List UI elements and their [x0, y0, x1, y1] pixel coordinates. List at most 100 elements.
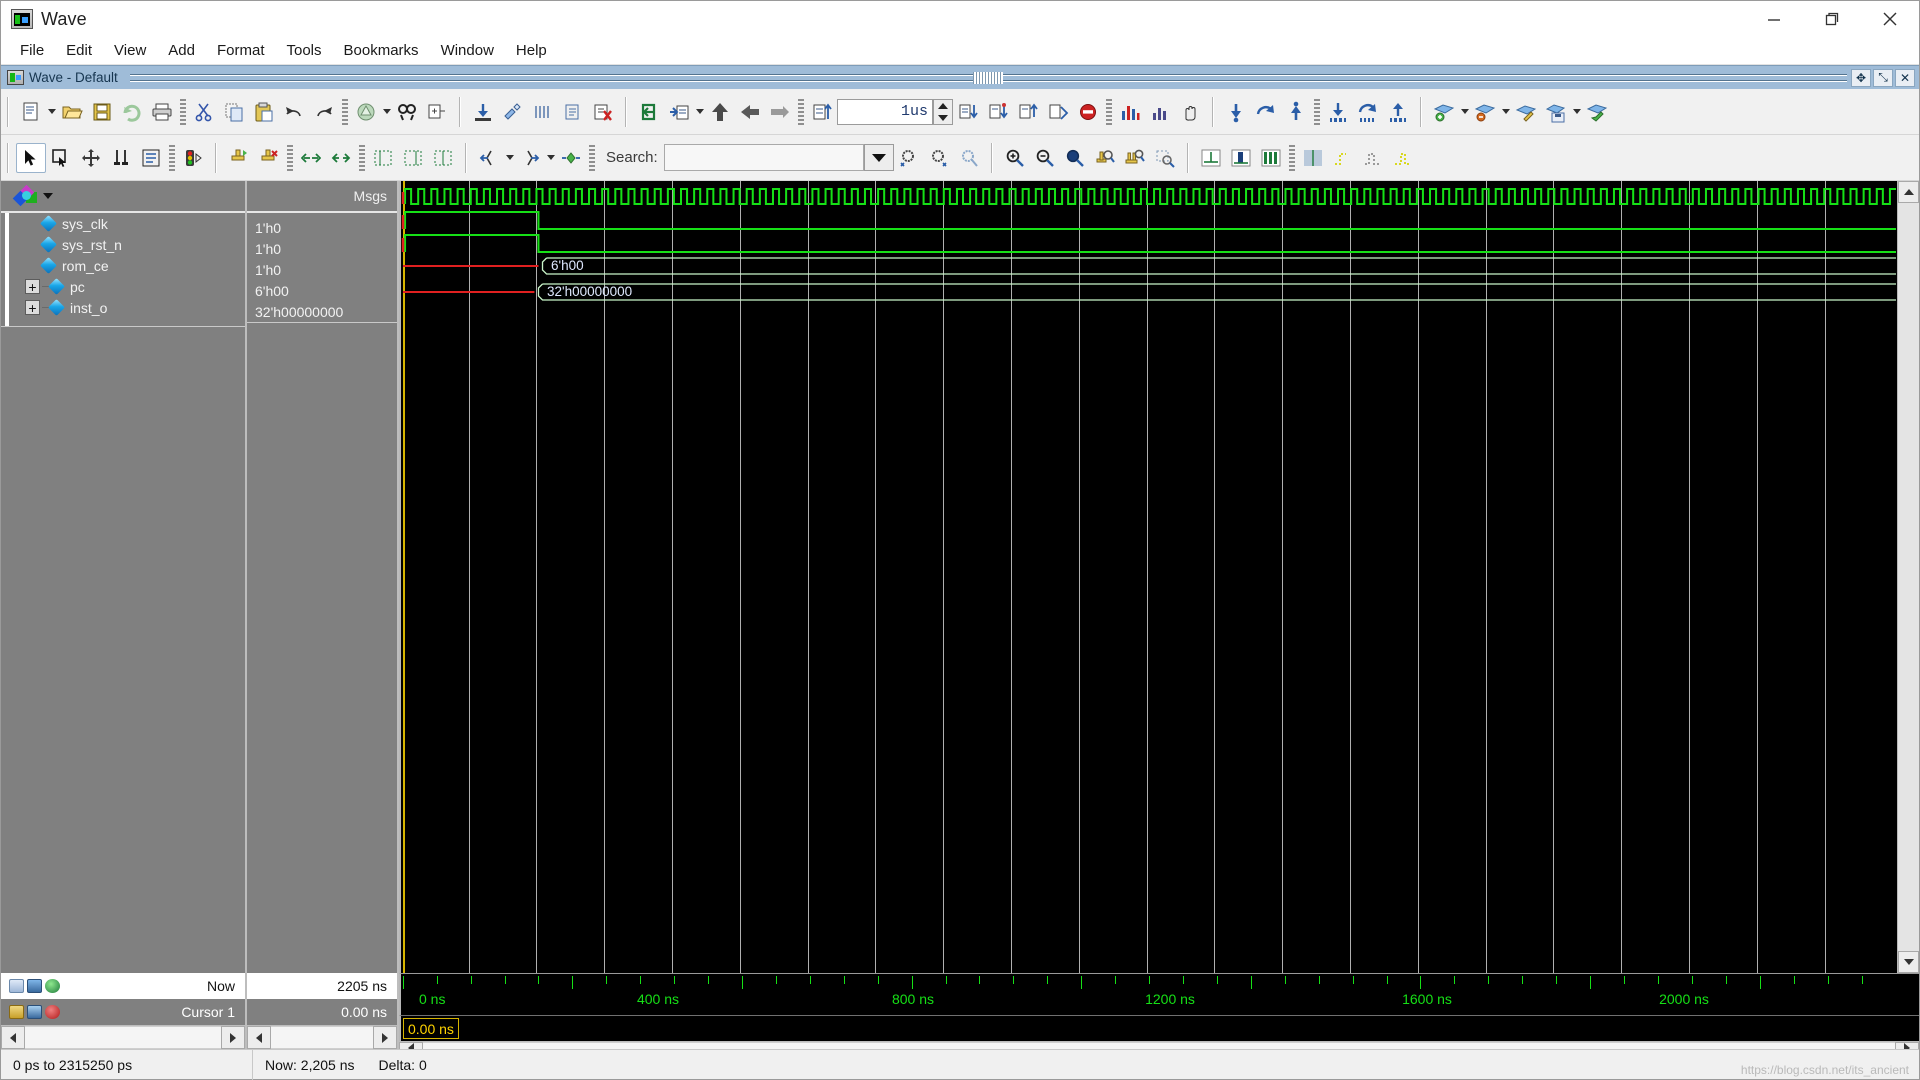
scroll-down-icon[interactable] [1898, 951, 1919, 973]
delete-cursor-icon[interactable] [254, 143, 284, 173]
run-back-icon[interactable] [735, 97, 765, 127]
waveform-canvas[interactable]: 6'h00 32'h00000000 [399, 181, 1897, 973]
reload-icon[interactable] [117, 97, 147, 127]
object-filter-dropdown-icon[interactable] [43, 193, 53, 199]
wave-expand-icon[interactable] [558, 97, 588, 127]
break-icon[interactable] [807, 97, 837, 127]
bookmark-add-icon[interactable] [1221, 97, 1251, 127]
cursor-1-row[interactable]: Cursor 1 [1, 999, 245, 1025]
minimize-icon[interactable] [1745, 1, 1803, 37]
expand-left-icon[interactable] [296, 143, 326, 173]
dataflow-apply-icon[interactable] [1582, 97, 1612, 127]
close-pane-icon[interactable]: ✕ [1895, 68, 1915, 87]
menu-file[interactable]: File [9, 39, 55, 62]
step-out-icon[interactable] [1013, 97, 1043, 127]
waveform-vertical-scrollbar[interactable] [1897, 181, 1919, 973]
run-icon[interactable] [664, 97, 694, 127]
view-multi-icon[interactable] [1256, 143, 1286, 173]
name-scroll-track[interactable] [25, 1026, 221, 1049]
step-over-icon[interactable] [983, 97, 1013, 127]
profile-icon[interactable] [1145, 97, 1175, 127]
run-dropdown-icon[interactable] [694, 97, 705, 127]
dataflow-edit-icon[interactable] [1511, 97, 1541, 127]
maximize-icon[interactable] [1803, 1, 1861, 37]
menu-tools[interactable]: Tools [276, 39, 333, 62]
step-icon[interactable] [765, 97, 795, 127]
run-length-stepper[interactable] [933, 98, 953, 125]
copy-icon[interactable] [219, 97, 249, 127]
lock-cursor-icon[interactable] [9, 1005, 24, 1019]
name-scroll-left-icon[interactable] [1, 1026, 25, 1049]
value-scroll-left-icon[interactable] [247, 1026, 271, 1049]
new-file-dropdown-icon[interactable] [46, 97, 57, 127]
grid-step-icon[interactable] [1328, 143, 1358, 173]
compile-icon[interactable] [351, 97, 381, 127]
grid-edge-icon[interactable] [1388, 143, 1418, 173]
dataflow-remove-icon[interactable] [1470, 97, 1500, 127]
menu-window[interactable]: Window [430, 39, 505, 62]
expand-right-icon[interactable] [326, 143, 356, 173]
continue-run-icon[interactable] [705, 97, 735, 127]
dataflow-save-icon[interactable] [1541, 97, 1571, 127]
value-scroll-track[interactable] [271, 1026, 373, 1049]
find-center-icon[interactable] [556, 143, 586, 173]
save-icon[interactable] [87, 97, 117, 127]
zoom-region-icon[interactable] [1150, 143, 1180, 173]
dataflow-remove-dropdown-icon[interactable] [1500, 97, 1511, 127]
signal-row-sys-clk[interactable]: sys_clk [9, 213, 245, 234]
grid-dense-icon[interactable] [1298, 143, 1328, 173]
coverage-icon[interactable] [1115, 97, 1145, 127]
restore-pane-icon[interactable]: ⤡ [1873, 68, 1893, 87]
run-length-field[interactable]: 1us [837, 98, 933, 125]
pan-mode-icon[interactable] [76, 143, 106, 173]
name-column-hscrollbar[interactable] [1, 1025, 245, 1049]
dataflow-add-icon[interactable] [1429, 97, 1459, 127]
expand-inst-o-icon[interactable] [25, 300, 40, 315]
zoom-cursor-range-icon[interactable] [1120, 143, 1150, 173]
delete-cursor-row-icon[interactable] [45, 1005, 60, 1019]
restart-sim-icon[interactable] [634, 97, 664, 127]
select-range-a-icon[interactable] [368, 143, 398, 173]
compile-dropdown-icon[interactable] [381, 97, 392, 127]
search-dropdown-icon[interactable] [863, 144, 894, 171]
menu-help[interactable]: Help [505, 39, 558, 62]
menu-format[interactable]: Format [206, 39, 276, 62]
find-prev-transition-icon[interactable] [474, 143, 504, 173]
signal-row-sys-rst-n[interactable]: sys_rst_n [9, 234, 245, 255]
add-wave-icon[interactable] [422, 97, 452, 127]
signal-row-rom-ce[interactable]: rom_ce [9, 255, 245, 276]
cursor-1-value-row[interactable]: 0.00 ns [247, 999, 397, 1025]
wave-comb-icon[interactable] [528, 97, 558, 127]
vertical-scroll-track[interactable] [1898, 203, 1919, 951]
cursor-1-tag[interactable]: 0.00 ns [403, 1018, 459, 1039]
search-next-icon[interactable] [924, 143, 954, 173]
bookmark-prev-icon[interactable] [1281, 97, 1311, 127]
step-over-all-icon[interactable] [1043, 97, 1073, 127]
view-pulse-icon[interactable] [1226, 143, 1256, 173]
measure-mode-icon[interactable] [106, 143, 136, 173]
view-single-icon[interactable] [1196, 143, 1226, 173]
select-range-c-icon[interactable] [428, 143, 458, 173]
scroll-up-icon[interactable] [1898, 181, 1919, 203]
pan-hand-icon[interactable] [1175, 97, 1205, 127]
undo-icon[interactable] [279, 97, 309, 127]
wave-delete-icon[interactable] [588, 97, 618, 127]
value-scroll-right-icon[interactable] [373, 1026, 397, 1049]
zoom-out-icon[interactable] [1030, 143, 1060, 173]
insert-cursor-icon[interactable] [224, 143, 254, 173]
menu-view[interactable]: View [103, 39, 157, 62]
dataflow-add-dropdown-icon[interactable] [1459, 97, 1470, 127]
open-folder-icon[interactable] [57, 97, 87, 127]
dataflow-save-dropdown-icon[interactable] [1571, 97, 1582, 127]
step-into-icon[interactable] [953, 97, 983, 127]
stop-icon[interactable] [1073, 97, 1103, 127]
cursor-tag-band[interactable]: 0.00 ns [399, 1015, 1919, 1041]
value-column-hscrollbar[interactable] [247, 1025, 397, 1049]
time-ruler[interactable]: 0 ns 400 ns 800 ns 1200 ns 1600 ns 2000 … [399, 973, 1919, 1015]
expand-pc-icon[interactable] [25, 279, 40, 294]
new-file-icon[interactable] [16, 97, 46, 127]
menu-add[interactable]: Add [157, 39, 206, 62]
breakpoint-traffic-icon[interactable] [178, 143, 208, 173]
edit-cursor-icon[interactable] [27, 1005, 42, 1019]
wave-edit-icon[interactable] [498, 97, 528, 127]
